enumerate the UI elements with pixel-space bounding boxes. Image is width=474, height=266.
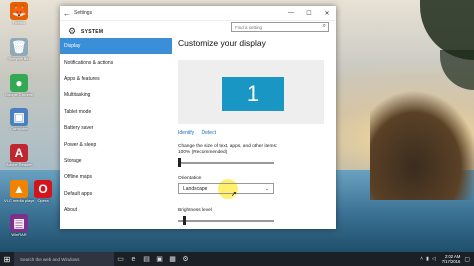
back-arrow-icon[interactable]: ← xyxy=(60,9,74,18)
app-icon: 🗑 xyxy=(10,38,28,56)
desktop-icon-label: Opera xyxy=(37,198,49,203)
desktop-icon[interactable]: ● Google Chrome xyxy=(4,74,34,97)
brightness-slider-track[interactable] xyxy=(178,220,274,222)
app-icon: O xyxy=(34,180,52,198)
file-explorer-icon[interactable]: ▤ xyxy=(140,255,153,263)
brightness-slider-thumb[interactable] xyxy=(182,216,186,225)
scale-slider-thumb[interactable] xyxy=(178,158,181,167)
orientation-value: Landscape xyxy=(183,185,208,192)
desktop-icon[interactable]: O Opera xyxy=(28,180,58,203)
minimize-button[interactable]: — xyxy=(282,10,300,16)
close-button[interactable]: ✕ xyxy=(318,10,336,17)
notification-icon[interactable]: ▢ xyxy=(464,256,470,263)
mouse-cursor-icon: ➚ xyxy=(231,191,237,198)
gear-icon: ⚙ xyxy=(68,26,77,36)
scale-label: Change the size of text, apps, and other… xyxy=(178,144,278,155)
settings-taskbar-icon[interactable]: ⚙ xyxy=(179,255,192,263)
start-button[interactable]: ⊞ xyxy=(0,255,14,264)
desktop-icon-label: Adobe Reader xyxy=(6,162,32,167)
sidebar-item-storage[interactable]: Storage xyxy=(60,153,172,169)
desktop-icon-label: WinRAR xyxy=(11,232,27,237)
app-icon: ▤ xyxy=(10,214,28,232)
desktop-icon-label: Firefox xyxy=(12,20,26,25)
chevron-up-icon[interactable]: ˄ xyxy=(420,256,423,262)
sidebar-item-power-sleep[interactable]: Power & sleep xyxy=(60,136,172,152)
taskbar: ⊞ Search the web and Windows ▭ e ▤ ▣ ▦ ⚙… xyxy=(0,252,474,266)
desktop-wallpaper-rock xyxy=(370,90,474,200)
store-icon[interactable]: ▣ xyxy=(153,255,166,263)
desktop-icon[interactable]: 🦊 Firefox xyxy=(4,2,34,25)
display-preview: 1 xyxy=(178,60,324,124)
maximize-button[interactable]: ☐ xyxy=(300,10,318,17)
sidebar-item-apps-features[interactable]: Apps & features xyxy=(60,71,172,87)
section-label: SYSTEM xyxy=(81,29,104,35)
desktop-icon[interactable]: A Adobe Reader xyxy=(4,144,34,167)
desktop-icon[interactable]: ▤ WinRAR xyxy=(4,214,34,237)
desktop-icon[interactable]: 🗑 Recycle Bin xyxy=(4,38,34,61)
page-title: Customize your display xyxy=(178,38,266,48)
monitor-tile[interactable]: 1 xyxy=(222,77,284,111)
app-icon[interactable]: ▦ xyxy=(166,255,179,263)
find-setting-input[interactable]: Find a setting ⌕ xyxy=(231,22,329,32)
chevron-down-icon: ⌄ xyxy=(264,186,269,192)
identify-link[interactable]: Identify xyxy=(178,130,194,136)
sidebar-item-about[interactable]: About xyxy=(60,202,172,218)
sidebar-item-battery-saver[interactable]: Battery saver xyxy=(60,120,172,136)
app-icon: A xyxy=(10,144,28,162)
display-panel: Customize your display 1 Identify Detect… xyxy=(178,38,328,225)
app-icon: ▣ xyxy=(10,108,28,126)
task-view-icon[interactable]: ▭ xyxy=(114,255,127,263)
sidebar-item-offline-maps[interactable]: Offline maps xyxy=(60,169,172,185)
display-links: Identify Detect xyxy=(178,130,222,136)
orientation-dropdown[interactable]: Landscape ⌄ xyxy=(178,183,274,194)
network-icon[interactable]: ▮ xyxy=(426,256,429,262)
taskbar-search-placeholder: Search the web and Windows xyxy=(20,256,80,262)
app-icon: 🦊 xyxy=(10,2,28,20)
sidebar-item-tablet-mode[interactable]: Tablet mode xyxy=(60,104,172,120)
clock[interactable]: 2:02 AM 7/17/2016 xyxy=(442,254,461,264)
app-icon: ● xyxy=(10,74,28,92)
orientation-label: Orientation xyxy=(178,176,202,181)
detect-link[interactable]: Detect xyxy=(202,130,216,136)
system-tray: ˄ ▮ ◁ 2:02 AM 7/17/2016 ▢ xyxy=(420,252,470,266)
sidebar-nav: Display Notifications & actions Apps & fea… xyxy=(60,38,172,218)
desktop-icon[interactable]: ▣ Computer xyxy=(4,108,34,131)
settings-window: ← Settings — ☐ ✕ ⚙ SYSTEM Find a setting… xyxy=(60,6,336,229)
desktop-icon-label: Recycle Bin xyxy=(8,56,30,61)
window-title: Settings xyxy=(74,10,93,16)
search-icon: ⌕ xyxy=(322,23,326,29)
sidebar-item-notifications-actions[interactable]: Notifications & actions xyxy=(60,54,172,70)
brightness-label: Brightness level xyxy=(178,208,212,213)
clock-date: 7/17/2016 xyxy=(441,259,461,264)
sidebar-item-default-apps[interactable]: Default apps xyxy=(60,186,172,202)
scale-slider-track[interactable] xyxy=(178,162,274,164)
sidebar-item-display[interactable]: Display xyxy=(60,38,172,55)
desktop-icon-label: Computer xyxy=(10,126,28,131)
volume-icon[interactable]: ◁ xyxy=(432,256,436,262)
taskbar-search-box[interactable]: Search the web and Windows xyxy=(14,252,114,266)
sidebar-item-multitasking[interactable]: Multitasking xyxy=(60,87,172,103)
search-placeholder: Find a setting xyxy=(235,24,263,30)
edge-icon[interactable]: e xyxy=(127,256,140,263)
title-bar: ← Settings — ☐ ✕ xyxy=(60,6,336,21)
app-icon: ▲ xyxy=(10,180,28,198)
desktop-icon-label: Google Chrome xyxy=(4,92,34,97)
